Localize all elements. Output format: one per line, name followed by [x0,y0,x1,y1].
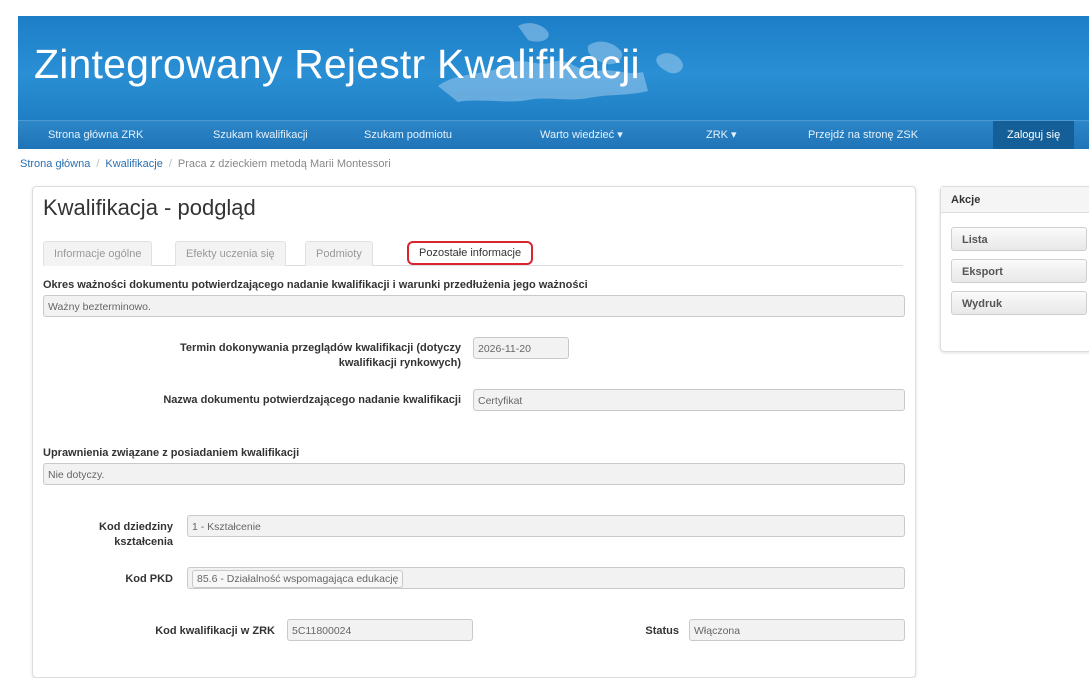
nav-go-to-zsk[interactable]: Przejdź na stronę ZSK [808,121,918,149]
breadcrumb-qualifications[interactable]: Kwalifikacje [105,158,162,170]
list-button[interactable]: Lista [951,227,1087,251]
review-date-field[interactable]: 2026-11-20 [473,337,569,359]
header-banner: Zintegrowany Rejestr Kwalifikacji [18,16,1089,120]
nav-home[interactable]: Strona główna ZRK [48,121,143,149]
zrk-code-label: Kod kwalifikacji w ZRK [155,625,275,637]
domain-code-label-line1: Kod dziedziny [99,521,173,533]
domain-code-label-line2: kształcenia [114,536,173,548]
nav-search-entity[interactable]: Szukam podmiotu [364,121,452,149]
pkd-tag: 85.6 - Działalność wspomagająca edukację [192,570,404,588]
breadcrumb: Strona główna / Kwalifikacje / Praca z dziec… [20,158,391,170]
tab-entities[interactable]: Podmioty [305,241,373,266]
domain-code-field[interactable]: 1 - Kształcenie [187,515,905,537]
tab-other-info[interactable]: Pozostałe informacje [407,241,534,265]
pkd-label: Kod PKD [125,573,173,585]
breadcrumb-current: Praca z dzieckiem metodą Marii Montessor… [177,158,391,170]
tab-learning-outcomes[interactable]: Efekty uczenia się [175,241,286,266]
validity-field[interactable]: Ważny bezterminowo. [43,295,905,317]
pkd-field[interactable]: 85.6 - Działalność wspomagająca edukację [187,567,905,589]
actions-panel: Akcje Lista Eksport Wydruk [940,186,1089,352]
status-label: Status [645,625,679,637]
breadcrumb-separator: / [96,158,100,170]
review-label-line2: kwalifikacji rynkowych) [338,357,461,369]
tab-bar: Informacje ogólne Efekty uczenia się Pod… [43,241,903,266]
main-navbar: Strona główna ZRK Szukam kwalifikacji Sz… [18,120,1089,149]
rights-label: Uprawnienia związane z posiadaniem kwali… [43,447,300,459]
qualification-panel: Kwalifikacja - podgląd Informacje ogólne… [32,186,916,678]
page-title: Kwalifikacja - podgląd [43,195,256,220]
nav-login[interactable]: Zaloguj się [993,121,1075,149]
validity-label: Okres ważności dokumentu potwierdzająceg… [43,279,588,291]
nav-zrk-dropdown[interactable]: ZRK ▾ [706,121,737,149]
export-button[interactable]: Eksport [951,259,1087,283]
status-field[interactable]: Włączona [689,619,905,641]
review-label-line1: Termin dokonywania przeglądów kwalifikac… [180,342,461,354]
site-title: Zintegrowany Rejestr Kwalifikacji [34,41,640,87]
zrk-code-field[interactable]: 5C11800024 [287,619,473,641]
nav-worth-knowing-dropdown[interactable]: Warto wiedzieć ▾ [540,121,623,149]
nav-search-qualifications[interactable]: Szukam kwalifikacji [213,121,308,149]
tab-general-info[interactable]: Informacje ogólne [43,241,153,266]
print-button[interactable]: Wydruk [951,291,1087,315]
breadcrumb-separator: / [168,158,172,170]
actions-header: Akcje [941,187,1089,213]
doc-name-field[interactable]: Certyfikat [473,389,905,411]
breadcrumb-home[interactable]: Strona główna [20,158,90,170]
rights-field[interactable]: Nie dotyczy. [43,463,905,485]
doc-name-label: Nazwa dokumentu potwierdzającego nadanie… [163,394,461,406]
